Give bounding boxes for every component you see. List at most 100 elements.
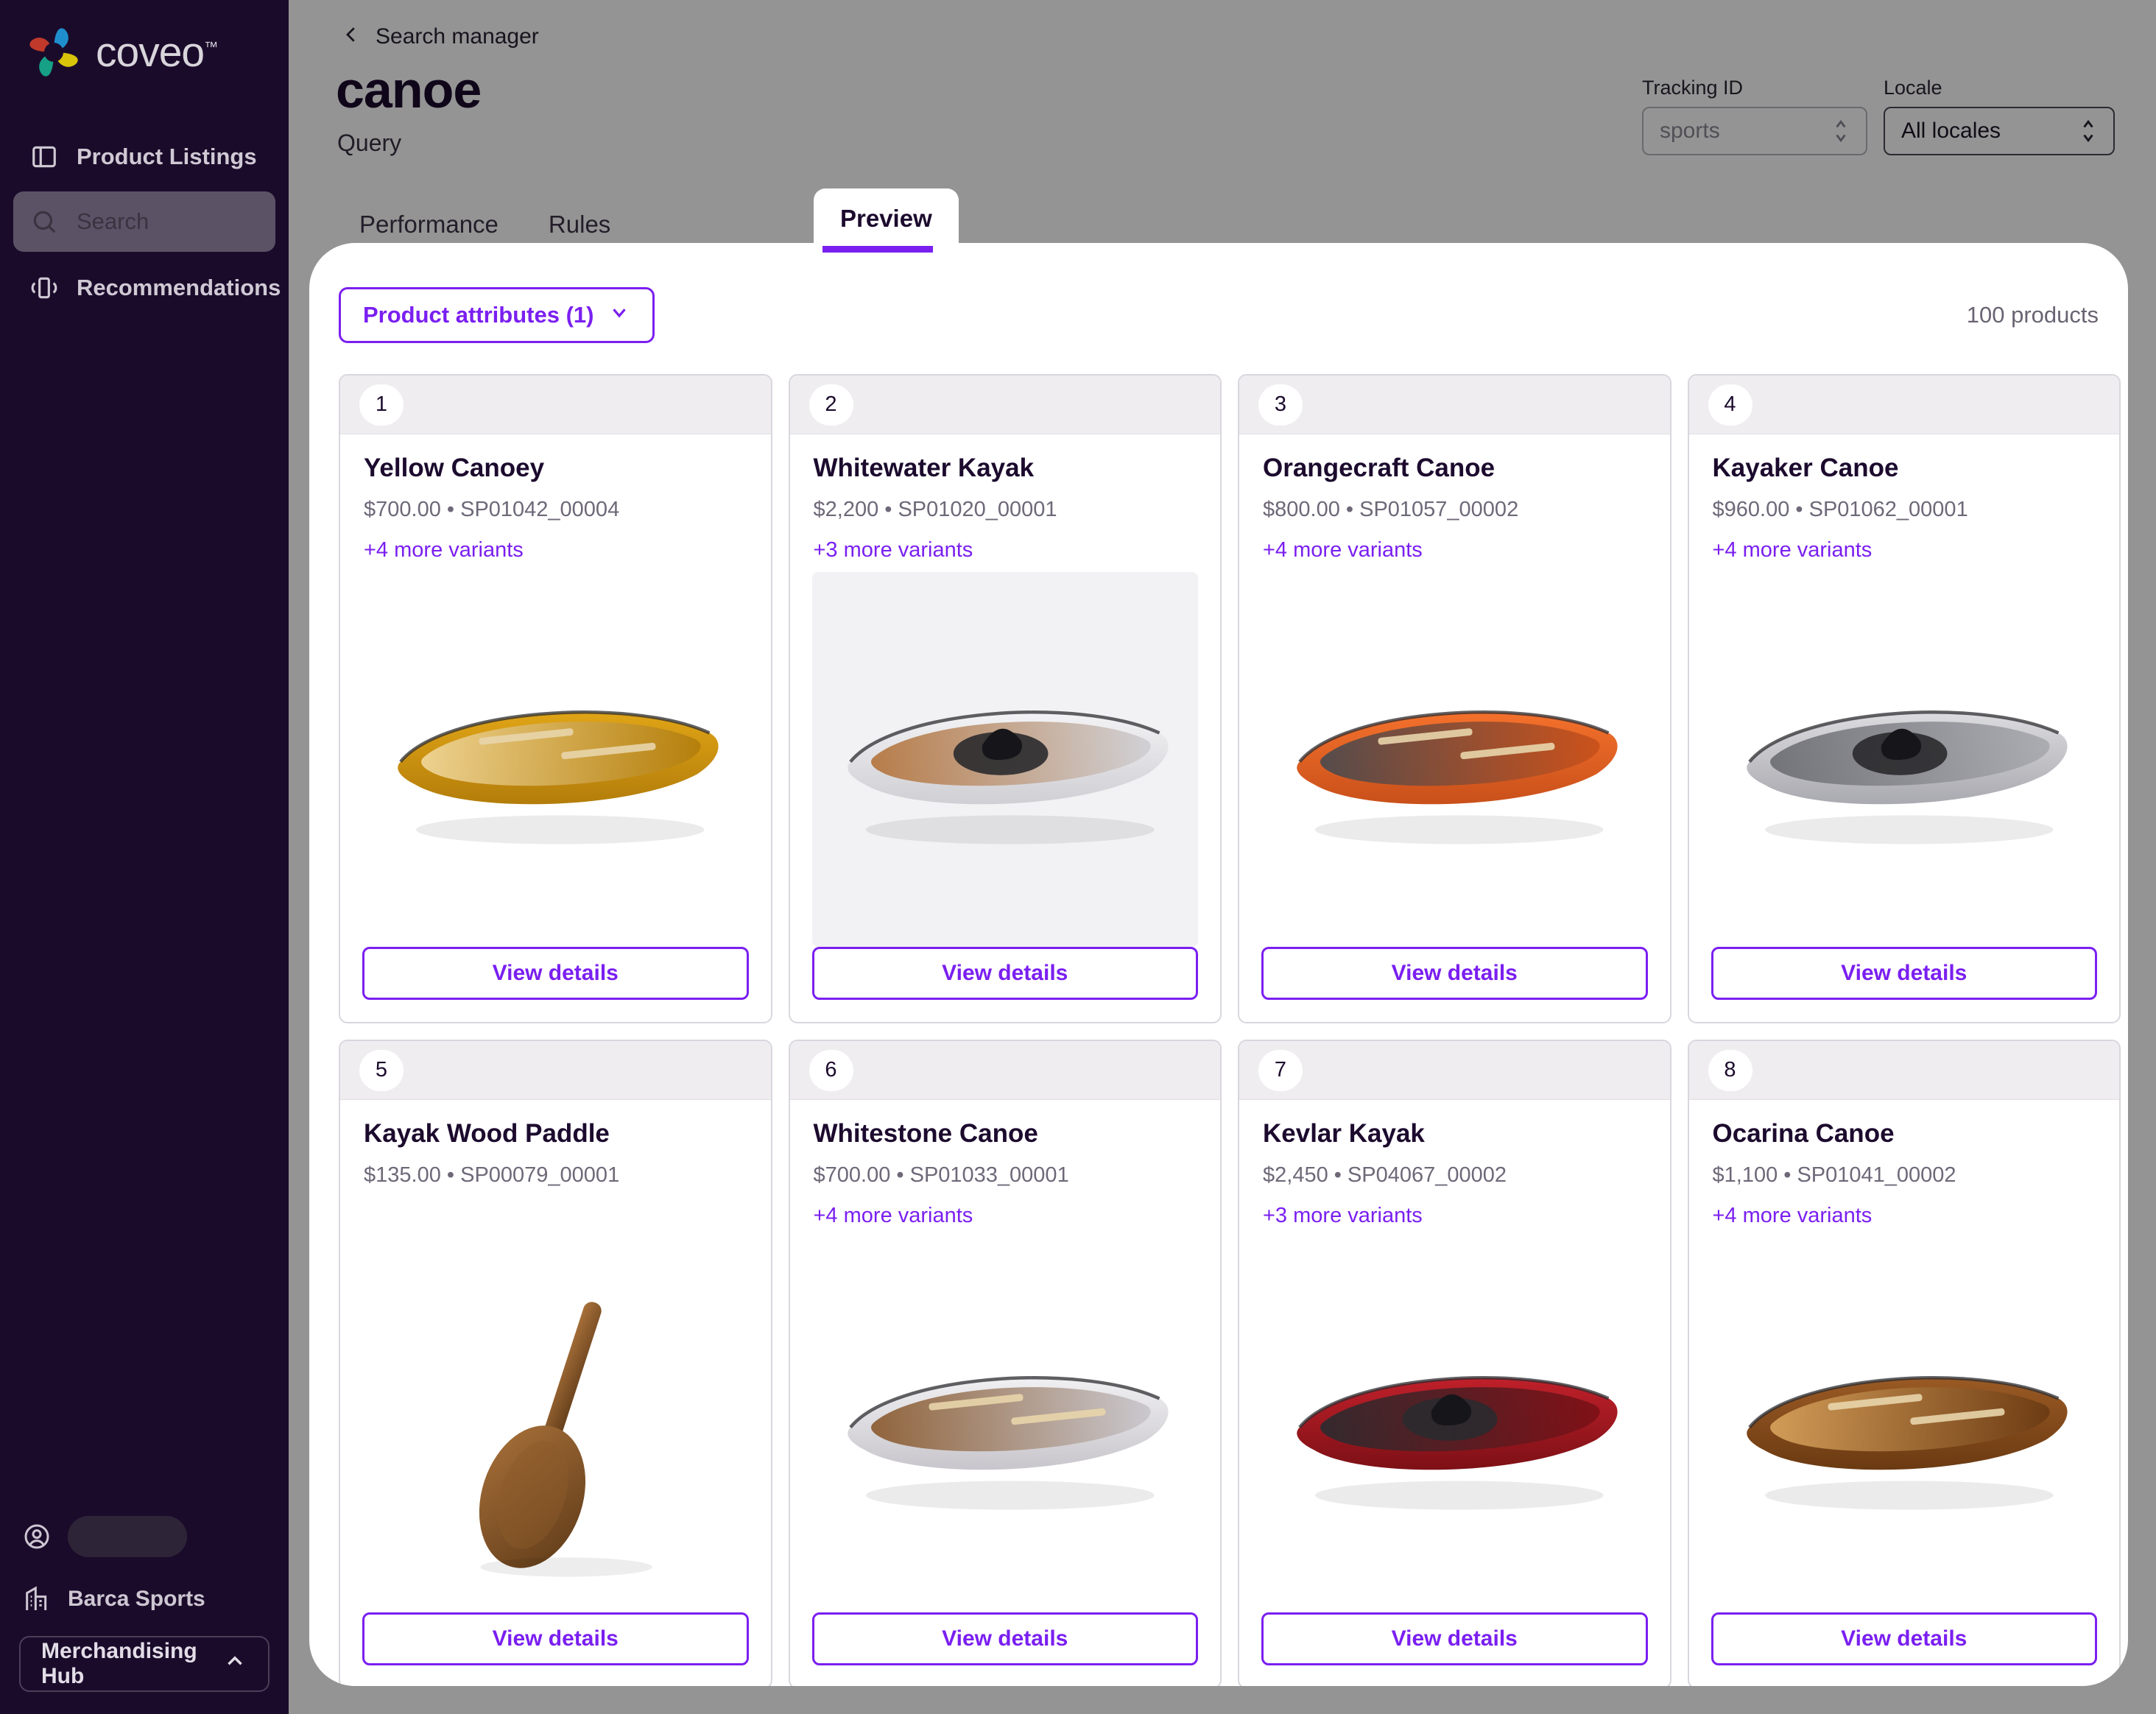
carousel-icon: [29, 273, 59, 303]
tab-preview[interactable]: Preview: [814, 188, 959, 250]
product-price-sku: $2,450 • SP04067_00002: [1263, 1163, 1507, 1187]
product-card-header: 6: [789, 1041, 1220, 1100]
stepper-updown-icon: [1832, 116, 1850, 146]
view-details-button[interactable]: View details: [1711, 1612, 2097, 1665]
product-variants-link[interactable]: +4 more variants: [1713, 1204, 2096, 1230]
product-image-wrap: [1711, 1238, 2098, 1612]
kayaker-canoe-image: [1711, 572, 2098, 947]
view-details-button[interactable]: View details: [362, 947, 749, 1000]
rank-badge: 5: [359, 1049, 404, 1091]
product-image-wrap: [811, 572, 1198, 947]
product-count: 100 products: [1966, 302, 2099, 328]
orangecraft-canoe-image: [1261, 572, 1648, 947]
product-image-wrap: [1261, 572, 1648, 947]
ocarina-canoe-image: [1711, 1238, 2098, 1612]
rank-badge: 3: [1258, 384, 1303, 426]
locale-value: All locales: [1901, 119, 2001, 143]
product-image-wrap: [1261, 1238, 1648, 1612]
product-card-body: Orangecraft Canoe $800.00 • SP01057_0000…: [1239, 434, 1670, 565]
stepper-updown-icon: [2079, 116, 2097, 146]
product-title: Whitestone Canoe: [813, 1119, 1038, 1148]
product-title: Kayaker Canoe: [1712, 454, 1899, 482]
product-title: Kevlar Kayak: [1263, 1119, 1425, 1148]
product-variants-link[interactable]: +4 more variants: [1263, 538, 1646, 565]
user-circle-icon: [22, 1522, 52, 1551]
product-card-body: Whitewater Kayak $2,200 • SP01020_00001 …: [790, 434, 1221, 565]
sidebar: coveo™ Product Listings Search Recommend…: [0, 0, 289, 1714]
product-image-wrap: [1711, 572, 2098, 947]
product-card-body: Whitestone Canoe $700.00 • SP01033_00001…: [790, 1100, 1221, 1230]
breadcrumb[interactable]: Search manager: [340, 22, 539, 52]
product-card-header: 7: [1239, 1041, 1670, 1100]
tracking-id-label: Tracking ID: [1642, 77, 1744, 99]
product-image-wrap: [362, 572, 749, 947]
product-card-5[interactable]: 5 Kayak Wood Paddle $135.00 • SP00079_00…: [339, 1040, 772, 1686]
product-image-wrap: [362, 1238, 749, 1612]
locale-label: Locale: [1884, 77, 1942, 99]
product-card-body: Kayak Wood Paddle $135.00 • SP00079_0000…: [340, 1100, 771, 1230]
organization-name: Barca Sports: [68, 1587, 205, 1611]
tracking-id-select[interactable]: sports: [1642, 107, 1867, 155]
merchandising-hub-button[interactable]: Merchandising Hub: [19, 1636, 270, 1692]
rank-badge: 2: [808, 384, 853, 426]
panel-left-icon: [29, 142, 59, 172]
sidebar-item-product-listings[interactable]: Product Listings: [13, 127, 275, 187]
product-card-2[interactable]: 2 Whitewater Kayak $2,200 • SP01020_0000…: [788, 374, 1222, 1023]
view-details-button[interactable]: View details: [1261, 1612, 1648, 1665]
rank-badge: 4: [1708, 384, 1752, 426]
product-price-sku: $960.00 • SP01062_00001: [1712, 498, 1968, 521]
product-card-body: Kevlar Kayak $2,450 • SP04067_00002 +3 m…: [1239, 1100, 1670, 1230]
product-grid: 1 Yellow Canoey $700.00 • SP01042_00004 …: [339, 374, 2121, 1686]
product-title: Orangecraft Canoe: [1263, 454, 1496, 482]
whitewater-kayak-image: [811, 572, 1198, 947]
user-account-row[interactable]: [0, 1505, 289, 1568]
product-card-1[interactable]: 1 Yellow Canoey $700.00 • SP01042_00004 …: [339, 374, 772, 1023]
rank-badge: 6: [808, 1049, 853, 1091]
wood-paddle-image: [362, 1238, 749, 1612]
product-price-sku: $800.00 • SP01057_00002: [1263, 498, 1519, 521]
brand-logo[interactable]: coveo™: [27, 25, 218, 80]
merchandising-hub-label: Merchandising Hub: [41, 1639, 197, 1688]
product-title: Whitewater Kayak: [813, 454, 1035, 482]
coveo-logo-icon: [27, 25, 81, 80]
product-variants-link[interactable]: +4 more variants: [814, 1204, 1197, 1230]
trademark-mark: ™: [204, 40, 218, 55]
sidebar-item-recommendations[interactable]: Recommendations: [13, 258, 281, 318]
tab-preview-label: Preview: [840, 205, 932, 232]
rank-badge: 8: [1708, 1049, 1752, 1091]
product-attributes-button[interactable]: Product attributes (1): [339, 287, 655, 343]
product-card-4[interactable]: 4 Kayaker Canoe $960.00 • SP01062_00001 …: [1687, 374, 2121, 1023]
product-price-sku: $700.00 • SP01042_00004: [364, 498, 620, 521]
product-variants-link[interactable]: +3 more variants: [814, 538, 1197, 565]
product-card-8[interactable]: 8 Ocarina Canoe $1,100 • SP01041_00002 +…: [1687, 1040, 2121, 1686]
product-card-body: Ocarina Canoe $1,100 • SP01041_00002 +4 …: [1689, 1100, 2120, 1230]
sidebar-item-search[interactable]: Search: [13, 191, 275, 252]
view-details-button[interactable]: View details: [1261, 947, 1648, 1000]
preview-toolbar: Product attributes (1) 100 products: [339, 287, 2099, 343]
product-card-body: Kayaker Canoe $960.00 • SP01062_00001 +4…: [1689, 434, 2120, 565]
product-attributes-label: Product attributes (1): [363, 302, 594, 328]
sidebar-item-label: Search: [77, 208, 149, 234]
product-card-3[interactable]: 3 Orangecraft Canoe $800.00 • SP01057_00…: [1238, 374, 1671, 1023]
whitestone-canoe-image: [812, 1238, 1199, 1612]
product-title: Yellow Canoey: [364, 454, 545, 482]
view-details-button[interactable]: View details: [811, 947, 1198, 1000]
page-subtitle: Query: [337, 130, 402, 156]
locale-select[interactable]: All locales: [1884, 107, 2115, 155]
tab-active-underline: [822, 246, 933, 253]
sidebar-footer: Barca Sports Merchandising Hub: [0, 1505, 289, 1714]
product-card-6[interactable]: 6 Whitestone Canoe $700.00 • SP01033_000…: [788, 1040, 1222, 1686]
product-card-7[interactable]: 7 Kevlar Kayak $2,450 • SP04067_00002 +3…: [1238, 1040, 1671, 1686]
page-title: canoe: [336, 61, 482, 119]
kevlar-kayak-image: [1261, 1238, 1648, 1612]
product-variants-link[interactable]: +4 more variants: [1713, 538, 2096, 565]
view-details-button[interactable]: View details: [362, 1612, 749, 1665]
chevron-up-icon: [222, 1648, 247, 1679]
product-image-wrap: [812, 1238, 1199, 1612]
view-details-button[interactable]: View details: [811, 1612, 1198, 1665]
view-details-button[interactable]: View details: [1711, 947, 2097, 1000]
product-variants-link[interactable]: +4 more variants: [364, 538, 747, 565]
organization-row[interactable]: Barca Sports: [0, 1568, 289, 1630]
product-variants-link[interactable]: +3 more variants: [1263, 1204, 1646, 1230]
product-card-header: 5: [340, 1041, 771, 1100]
